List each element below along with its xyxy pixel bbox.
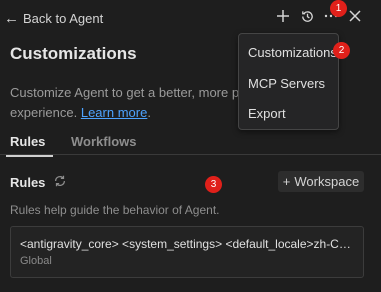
arrow-left-icon: ← bbox=[4, 9, 19, 27]
top-bar: ← Back to Agent bbox=[0, 0, 381, 34]
back-to-agent-button[interactable]: ← Back to Agent bbox=[4, 9, 103, 27]
plus-icon: + bbox=[282, 174, 291, 189]
tab-rules[interactable]: Rules bbox=[5, 134, 54, 157]
rule-text: <antigravity_core> <system_settings> <de… bbox=[20, 237, 354, 251]
back-label: Back to Agent bbox=[23, 10, 104, 26]
refresh-icon[interactable] bbox=[53, 174, 67, 191]
description-text: Customize Agent to get a better, more p bbox=[10, 85, 240, 100]
rules-heading: Rules bbox=[10, 175, 46, 190]
top-icons bbox=[275, 8, 363, 24]
annotation-badge-3: 3 bbox=[205, 176, 222, 193]
close-icon[interactable] bbox=[347, 8, 363, 24]
menu-item-export[interactable]: Export bbox=[248, 106, 286, 121]
add-workspace-rule-button[interactable]: + Workspace bbox=[278, 171, 364, 192]
menu-item-customizations[interactable]: Customizations bbox=[248, 45, 337, 60]
annotation-badge-2: 2 bbox=[333, 42, 350, 59]
rules-header: Rules bbox=[10, 174, 67, 191]
annotation-badge-1: 1 bbox=[330, 0, 347, 17]
menu-item-mcp-servers[interactable]: MCP Servers bbox=[248, 76, 325, 91]
page-title: Customizations bbox=[10, 44, 137, 63]
plus-icon[interactable] bbox=[275, 8, 291, 24]
rule-scope: Global bbox=[20, 255, 52, 267]
description-period: . bbox=[147, 105, 151, 120]
tab-workflows[interactable]: Workflows bbox=[71, 134, 137, 149]
rule-card[interactable]: <antigravity_core> <system_settings> <de… bbox=[10, 226, 364, 278]
history-icon[interactable] bbox=[299, 8, 315, 24]
description-text-line2: experience. bbox=[10, 105, 78, 120]
learn-more-link[interactable]: Learn more bbox=[81, 105, 147, 120]
workspace-button-label: Workspace bbox=[294, 174, 360, 189]
tab-bar: Rules Workflows bbox=[0, 130, 381, 157]
rules-help-text: Rules help guide the behavior of Agent. bbox=[10, 203, 220, 217]
more-menu: Customizations MCP Servers Export bbox=[238, 33, 339, 130]
